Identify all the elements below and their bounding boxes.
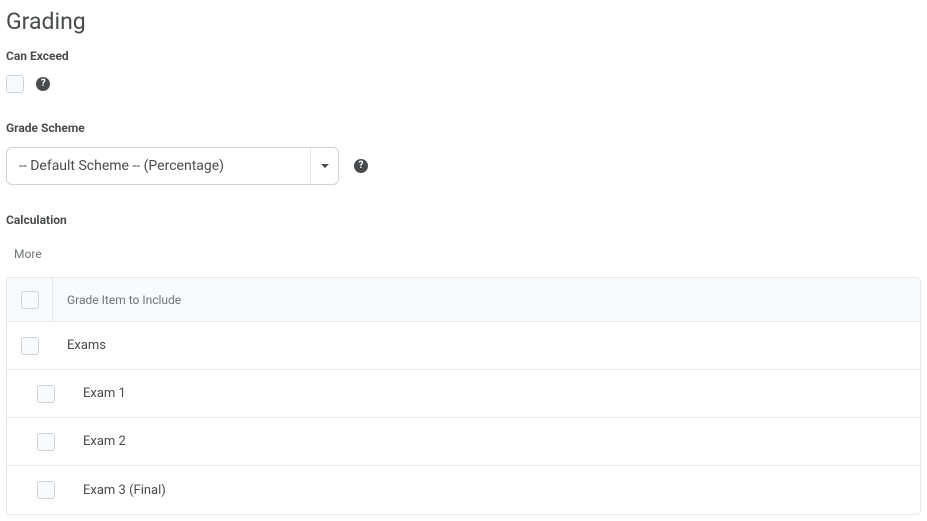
more-label: More <box>6 247 921 261</box>
can-exceed-label: Can Exceed <box>6 49 921 63</box>
row-label: Exams <box>53 338 920 353</box>
help-icon: ? <box>354 159 368 173</box>
table-row: Exam 2 <box>7 418 920 466</box>
grade-scheme-help-icon[interactable]: ? <box>353 158 369 174</box>
grade-scheme-value: -- Default Scheme -- (Percentage) <box>7 158 236 174</box>
row-checkbox[interactable] <box>37 481 55 499</box>
table-row: Exam 3 (Final) <box>7 466 920 514</box>
grade-scheme-label: Grade Scheme <box>6 121 921 135</box>
can-exceed-help-icon[interactable]: ? <box>35 76 51 92</box>
can-exceed-checkbox[interactable] <box>6 75 24 93</box>
row-checkbox[interactable] <box>37 433 55 451</box>
help-icon: ? <box>36 77 50 91</box>
row-label: Exam 2 <box>83 434 920 449</box>
row-label: Exam 1 <box>83 386 920 401</box>
grade-items-table: Grade Item to Include Exams Exam 1 Exam … <box>6 277 921 515</box>
row-checkbox[interactable] <box>37 385 55 403</box>
grade-scheme-group: Grade Scheme -- Default Scheme -- (Perce… <box>6 121 921 185</box>
can-exceed-group: Can Exceed ? <box>6 49 921 93</box>
row-checkbox[interactable] <box>21 337 39 355</box>
grade-scheme-select[interactable]: -- Default Scheme -- (Percentage) <box>6 147 339 185</box>
chevron-down-icon <box>310 147 338 185</box>
page-title: Grading <box>6 8 921 35</box>
table-row: Exams <box>7 322 920 370</box>
table-header-label: Grade Item to Include <box>53 278 920 321</box>
select-all-checkbox[interactable] <box>21 291 39 309</box>
calculation-heading: Calculation <box>6 213 921 227</box>
row-label: Exam 3 (Final) <box>83 483 920 498</box>
table-row: Exam 1 <box>7 370 920 418</box>
table-header-row: Grade Item to Include <box>7 278 920 322</box>
